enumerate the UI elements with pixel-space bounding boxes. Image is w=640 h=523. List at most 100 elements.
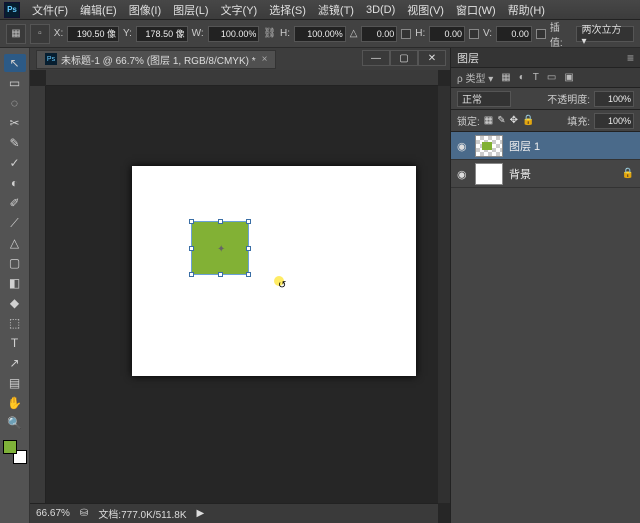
menu-help[interactable]: 帮助(H) (502, 2, 551, 18)
lock-icon: 🔒 (622, 168, 634, 179)
tool-lasso[interactable]: ◌ (4, 94, 26, 112)
menu-image[interactable]: 图像(I) (123, 2, 167, 18)
menu-select[interactable]: 选择(S) (263, 2, 312, 18)
filter-type-icon[interactable]: T (533, 72, 539, 83)
fg-color-swatch[interactable] (3, 440, 17, 454)
handle-mr[interactable] (246, 246, 251, 251)
interp-dropdown[interactable]: 两次立方 ▾ (576, 26, 634, 42)
menu-file[interactable]: 文件(F) (26, 2, 74, 18)
blend-mode-dropdown[interactable]: 正常 (457, 91, 511, 107)
layer-row[interactable]: ◉ 背景 🔒 (451, 160, 640, 188)
tool-history-brush[interactable]: ⟋ (4, 214, 26, 232)
filter-smart-icon[interactable]: ▣ (564, 72, 573, 83)
menu-layer[interactable]: 图层(L) (167, 2, 214, 18)
tool-stamp[interactable]: ✐ (4, 194, 26, 212)
fill-field[interactable]: 100% (594, 113, 634, 129)
window-maximize[interactable]: ▢ (390, 50, 418, 66)
menu-3d[interactable]: 3D(D) (360, 4, 401, 16)
tool-marquee[interactable]: ▭ (4, 74, 26, 92)
tab-close-icon[interactable]: × (262, 54, 268, 65)
handle-ml[interactable] (189, 246, 194, 251)
tool-path-select[interactable]: ↗ (4, 354, 26, 372)
layer-thumb[interactable] (475, 163, 503, 185)
filter-adjust-icon[interactable]: ◐ (519, 72, 525, 83)
skew-v-field[interactable]: 0.00 (496, 26, 532, 42)
handle-br[interactable] (246, 272, 251, 277)
handle-tl[interactable] (189, 219, 194, 224)
tool-pen[interactable]: ⬚ (4, 314, 26, 332)
menu-edit[interactable]: 编辑(E) (74, 2, 123, 18)
tool-eyedropper[interactable]: ✎ (4, 134, 26, 152)
layer-list: ◉ 图层 1 ◉ 背景 🔒 (451, 132, 640, 523)
layer-thumb[interactable] (475, 135, 503, 157)
tool-brush[interactable]: ◐ (4, 174, 26, 192)
doc-info[interactable]: 文档:777.0K/511.8K (98, 506, 186, 521)
window-minimize[interactable]: — (362, 50, 390, 66)
x-field[interactable]: 190.50 像 (67, 26, 119, 42)
handle-tr[interactable] (246, 219, 251, 224)
tool-heal[interactable]: ✓ (4, 154, 26, 172)
handle-tc[interactable] (218, 219, 223, 224)
menu-view[interactable]: 视图(V) (401, 2, 450, 18)
tool-shape[interactable]: ▤ (4, 374, 26, 392)
handle-bl[interactable] (189, 272, 194, 277)
status-arrow-icon[interactable]: ▶ (197, 508, 205, 519)
app-logo: Ps (4, 2, 20, 18)
w-field[interactable]: 100.00% (208, 26, 260, 42)
tool-gradient[interactable]: ▢ (4, 254, 26, 272)
lock-label: 锁定: (457, 113, 480, 128)
canvas-page[interactable]: ✦ ↺ (132, 166, 416, 376)
transform-ref-icon[interactable]: ▦ (6, 24, 26, 44)
opacity-field[interactable]: 100% (594, 91, 634, 107)
tool-zoom[interactable]: 🔍 (4, 414, 26, 432)
tool-move[interactable]: ↖ (4, 54, 26, 72)
main-area: ↖ ▭ ◌ ✂ ✎ ✓ ◐ ✐ ⟋ △ ▢ ◧ ◆ ⬚ T ↗ ▤ ✋ 🔍 Ps… (0, 48, 640, 523)
lock-trans-icon[interactable]: ▦ (484, 115, 493, 126)
scrollbar-vertical[interactable] (438, 86, 450, 503)
skew-v-check[interactable] (536, 29, 546, 39)
skew-h-field[interactable]: 0.00 (429, 26, 465, 42)
color-swatches[interactable] (3, 440, 27, 464)
skew-h-check[interactable] (469, 29, 479, 39)
tool-type[interactable]: T (4, 334, 26, 352)
ruler-vertical[interactable] (30, 86, 46, 503)
layer-name[interactable]: 图层 1 (509, 138, 540, 154)
lock-paint-icon[interactable]: ✎ (497, 115, 505, 126)
document-area: Ps 未标题-1 @ 66.7% (图层 1, RGB/8/CMYK) * × … (30, 48, 450, 523)
tool-dodge[interactable]: ◆ (4, 294, 26, 312)
zoom-level[interactable]: 66.67% (36, 508, 70, 519)
y-field[interactable]: 178.50 像 (136, 26, 188, 42)
angle-field[interactable]: 0.00 (361, 26, 397, 42)
filter-shape-icon[interactable]: ▭ (547, 72, 556, 83)
transform-bbox[interactable]: ✦ (191, 221, 249, 275)
layers-tab-label: 图层 (457, 50, 479, 66)
app-menubar: Ps 文件(F) 编辑(E) 图像(I) 图层(L) 文字(Y) 选择(S) 滤… (0, 0, 640, 20)
visibility-icon[interactable]: ◉ (457, 168, 469, 180)
tool-hand[interactable]: ✋ (4, 394, 26, 412)
angle-check[interactable] (401, 29, 411, 39)
panel-menu-icon[interactable]: ≡ (627, 51, 634, 65)
handle-bc[interactable] (218, 272, 223, 277)
tool-blur[interactable]: ◧ (4, 274, 26, 292)
menu-filter[interactable]: 滤镜(T) (312, 2, 360, 18)
filter-kind-dropdown[interactable]: ρ 类型 ▾ (457, 70, 493, 85)
document-tab[interactable]: Ps 未标题-1 @ 66.7% (图层 1, RGB/8/CMYK) * × (36, 50, 276, 69)
tool-eraser[interactable]: △ (4, 234, 26, 252)
lock-pos-icon[interactable]: ✥ (510, 115, 518, 126)
layer-row[interactable]: ◉ 图层 1 (451, 132, 640, 160)
layer-name[interactable]: 背景 (509, 166, 531, 182)
rotate-cursor: ↺ (276, 278, 288, 290)
ruler-horizontal[interactable] (46, 70, 438, 86)
visibility-icon[interactable]: ◉ (457, 140, 469, 152)
h-field[interactable]: 100.00% (294, 26, 346, 42)
canvas-offscreen[interactable]: ✦ ↺ (46, 86, 438, 503)
layers-panel-tab[interactable]: 图层 ≡ (451, 48, 640, 68)
menu-window[interactable]: 窗口(W) (450, 2, 502, 18)
reference-point-icon[interactable]: ▫ (30, 24, 50, 44)
window-close[interactable]: ✕ (418, 50, 446, 66)
lock-all-icon[interactable]: 🔒 (522, 115, 534, 126)
filter-pixel-icon[interactable]: ▦ (501, 72, 510, 83)
link-icon[interactable]: ⛓ (263, 28, 276, 39)
tool-crop[interactable]: ✂ (4, 114, 26, 132)
menu-type[interactable]: 文字(Y) (215, 2, 264, 18)
